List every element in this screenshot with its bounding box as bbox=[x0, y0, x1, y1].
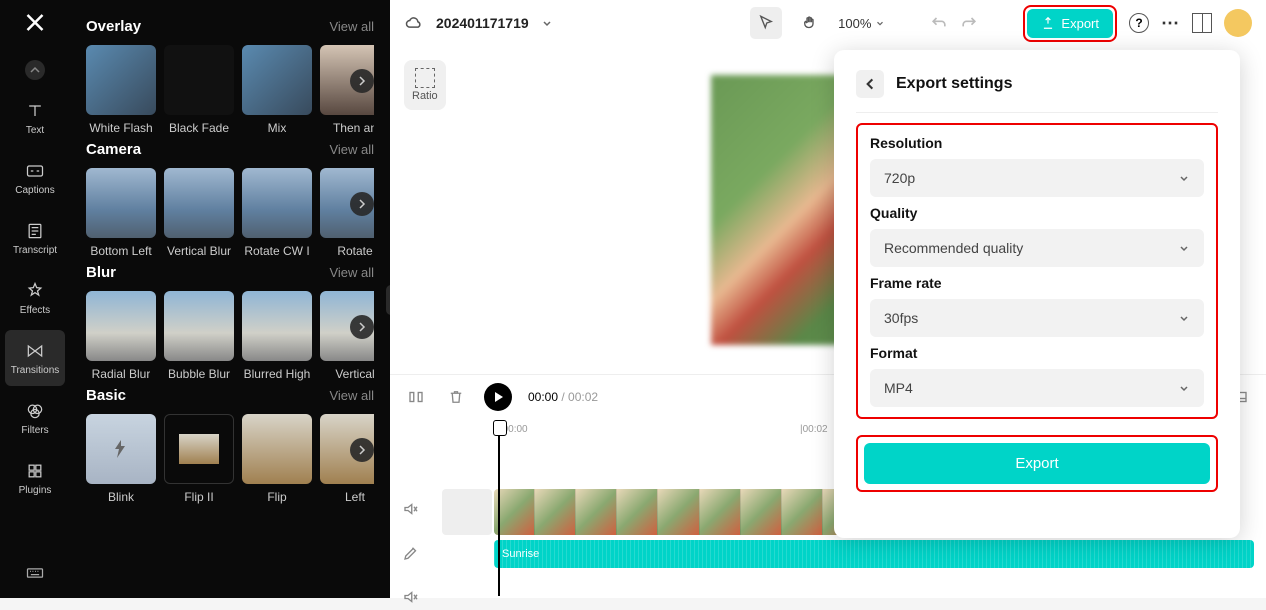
layout-toggle-icon[interactable] bbox=[1192, 13, 1212, 33]
row-next-icon[interactable] bbox=[350, 438, 374, 462]
category-title: Camera bbox=[86, 141, 141, 158]
sidebar-label: Transcript bbox=[13, 245, 57, 256]
resolution-label: Resolution bbox=[870, 135, 1204, 151]
view-all-link[interactable]: View all bbox=[329, 19, 374, 34]
export-confirm-button[interactable]: Export bbox=[864, 443, 1210, 484]
scroll-up-icon[interactable] bbox=[25, 60, 45, 80]
chevron-down-icon[interactable] bbox=[541, 17, 553, 29]
category-header-basic: Basic View all bbox=[86, 387, 374, 404]
app-logo[interactable] bbox=[20, 10, 50, 40]
export-fields-highlight: Resolution 720p Quality Recommended qual… bbox=[856, 123, 1218, 419]
hand-tool[interactable] bbox=[794, 7, 826, 39]
category-header-blur: Blur View all bbox=[86, 264, 374, 281]
sidebar-item-transitions[interactable]: Transitions bbox=[5, 330, 65, 386]
transition-thumb[interactable]: Black Fade bbox=[164, 45, 234, 135]
export-button-highlight: Export bbox=[1023, 5, 1117, 42]
zoom-select[interactable]: 100% bbox=[838, 16, 885, 31]
quality-label: Quality bbox=[870, 205, 1204, 221]
play-button[interactable] bbox=[484, 383, 512, 411]
ratio-button[interactable]: Ratio bbox=[404, 60, 446, 110]
framerate-select[interactable]: 30fps bbox=[870, 299, 1204, 337]
sidebar-item-filters[interactable]: Filters bbox=[5, 390, 65, 446]
playhead[interactable] bbox=[498, 420, 500, 596]
sidebar-item-plugins[interactable]: Plugins bbox=[5, 450, 65, 506]
split-button[interactable] bbox=[404, 385, 428, 409]
transition-thumb[interactable]: Radial Blur bbox=[86, 291, 156, 381]
transition-thumb[interactable]: Blink bbox=[86, 414, 156, 504]
transitions-panel: Overlay View all White Flash Black Fade … bbox=[70, 0, 390, 598]
transition-thumb[interactable]: Mix bbox=[242, 45, 312, 135]
export-confirm-highlight: Export bbox=[856, 435, 1218, 492]
project-name[interactable]: 202401171719 bbox=[436, 15, 529, 31]
chevron-down-icon bbox=[1178, 172, 1190, 184]
format-label: Format bbox=[870, 345, 1204, 361]
view-all-link[interactable]: View all bbox=[329, 265, 374, 280]
sidebar-label: Filters bbox=[21, 425, 48, 436]
export-button[interactable]: Export bbox=[1027, 9, 1113, 38]
back-button[interactable] bbox=[856, 70, 884, 98]
redo-button[interactable] bbox=[959, 13, 979, 33]
transition-thumb[interactable]: Bubble Blur bbox=[164, 291, 234, 381]
row-next-icon[interactable] bbox=[350, 315, 374, 339]
export-panel-title: Export settings bbox=[896, 75, 1012, 93]
chevron-down-icon bbox=[1178, 242, 1190, 254]
category-header-camera: Camera View all bbox=[86, 141, 374, 158]
more-icon[interactable]: ⋯ bbox=[1161, 13, 1180, 34]
view-all-link[interactable]: View all bbox=[329, 388, 374, 403]
sidebar-item-captions[interactable]: Captions bbox=[5, 150, 65, 206]
category-title: Blur bbox=[86, 264, 116, 281]
export-settings-panel: Export settings Resolution 720p Quality … bbox=[834, 50, 1240, 538]
keyboard-icon[interactable] bbox=[22, 560, 48, 586]
sidebar: Text Captions Transcript Effects Transit… bbox=[0, 0, 70, 598]
framerate-label: Frame rate bbox=[870, 275, 1204, 291]
sidebar-item-text[interactable]: Text bbox=[5, 90, 65, 146]
undo-button[interactable] bbox=[929, 13, 949, 33]
transition-thumb[interactable]: Blurred High bbox=[242, 291, 312, 381]
sidebar-item-effects[interactable]: Effects bbox=[5, 270, 65, 326]
transition-thumb[interactable]: White Flash bbox=[86, 45, 156, 135]
user-avatar[interactable] bbox=[1224, 9, 1252, 37]
transition-thumb[interactable]: Flip II bbox=[164, 414, 234, 504]
transition-thumb[interactable]: Flip bbox=[242, 414, 312, 504]
sidebar-label: Text bbox=[26, 125, 44, 136]
view-all-link[interactable]: View all bbox=[329, 142, 374, 157]
empty-clip-slot[interactable] bbox=[442, 489, 492, 535]
sidebar-label: Transitions bbox=[11, 365, 60, 376]
format-select[interactable]: MP4 bbox=[870, 369, 1204, 407]
ratio-icon bbox=[415, 68, 435, 88]
resolution-select[interactable]: 720p bbox=[870, 159, 1204, 197]
sidebar-label: Effects bbox=[20, 305, 50, 316]
transition-thumb[interactable]: Vertical Blur bbox=[164, 168, 234, 258]
delete-button[interactable] bbox=[444, 385, 468, 409]
timecode: 00:00 / 00:02 bbox=[528, 390, 598, 404]
chevron-down-icon bbox=[1178, 312, 1190, 324]
topbar: 202401171719 100% Export ? ⋯ bbox=[390, 0, 1266, 46]
row-next-icon[interactable] bbox=[350, 69, 374, 93]
edit-track-button[interactable] bbox=[398, 540, 424, 566]
sidebar-label: Captions bbox=[15, 185, 54, 196]
transition-thumb[interactable]: Bottom Left bbox=[86, 168, 156, 258]
sidebar-item-transcript[interactable]: Transcript bbox=[5, 210, 65, 266]
help-icon[interactable]: ? bbox=[1129, 13, 1149, 33]
mute-audio-button[interactable] bbox=[398, 584, 424, 610]
chevron-down-icon bbox=[1178, 382, 1190, 394]
mute-track-button[interactable] bbox=[398, 496, 424, 522]
row-next-icon[interactable] bbox=[350, 192, 374, 216]
cloud-icon[interactable] bbox=[404, 13, 424, 33]
category-title: Basic bbox=[86, 387, 126, 404]
pointer-tool[interactable] bbox=[750, 7, 782, 39]
sidebar-label: Plugins bbox=[19, 485, 52, 496]
quality-select[interactable]: Recommended quality bbox=[870, 229, 1204, 267]
transition-thumb[interactable]: Rotate CW I bbox=[242, 168, 312, 258]
category-header-overlay: Overlay View all bbox=[86, 18, 374, 35]
category-title: Overlay bbox=[86, 18, 141, 35]
audio-clip[interactable]: Sunrise bbox=[494, 540, 1254, 568]
